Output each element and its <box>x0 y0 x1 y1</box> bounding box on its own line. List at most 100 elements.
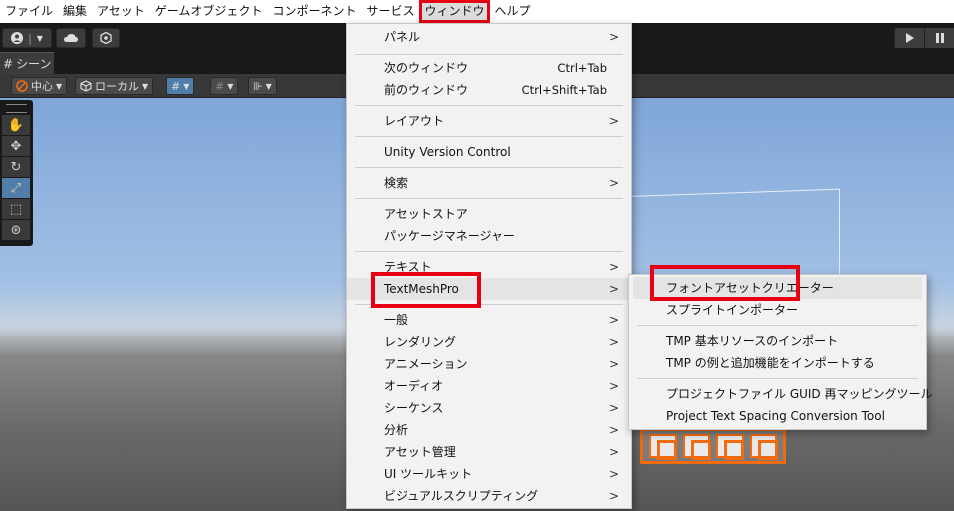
chevron-right-icon: > <box>608 467 619 481</box>
menu-item-search[interactable]: 検索 > <box>347 172 631 194</box>
menu-item-label: ビジュアルスクリプティング <box>384 489 539 503</box>
menu-separator <box>355 136 623 137</box>
menu-item-rendering[interactable]: レンダリング > <box>347 331 631 353</box>
menu-separator <box>355 251 623 252</box>
space-label: ローカル <box>95 80 139 93</box>
move-tool-button[interactable]: ✥ <box>2 136 30 156</box>
chevron-right-icon: > <box>608 423 619 437</box>
menu-item-audio[interactable]: オーディオ > <box>347 375 631 397</box>
menu-item-label: オーディオ <box>384 379 444 393</box>
scale-tool-button[interactable]: ⤢ <box>2 178 30 198</box>
play-controls <box>894 28 954 48</box>
menu-item-label: レイアウト <box>384 114 445 128</box>
menu-item-analysis[interactable]: 分析 > <box>347 419 631 441</box>
chevron-right-icon: > <box>608 489 619 503</box>
menu-item-prev-window[interactable]: 前のウィンドウ Ctrl+Shift+Tab <box>347 79 631 101</box>
palette-grip[interactable] <box>6 104 27 113</box>
object-cell <box>716 434 744 460</box>
grid-hash-icon: # <box>3 57 14 71</box>
chevron-right-icon: > <box>608 335 619 349</box>
menu-item-import-essentials[interactable]: TMP 基本リソースのインポート <box>629 330 926 352</box>
increment-snap-icon: # <box>215 79 225 93</box>
hand-icon: ✋ <box>7 117 25 133</box>
chevron-right-icon: > <box>608 176 619 190</box>
collab-button[interactable] <box>92 28 120 48</box>
chevron-down-icon: ▼ <box>265 81 272 91</box>
scene-tab-label: シーン <box>16 57 52 71</box>
account-icon <box>11 32 24 44</box>
space-dropdown[interactable]: ローカル ▼ <box>75 77 154 95</box>
tool-palette: ✋ ✥ ↻ ⤢ ⬚ ⊛ <box>0 100 33 246</box>
menu-item-label: 一般 <box>384 313 409 327</box>
object-cell <box>649 434 677 460</box>
menu-item-label: 次のウィンドウ <box>384 61 469 75</box>
cloud-icon <box>64 34 78 42</box>
menu-separator <box>355 105 623 106</box>
grid-snap-icon: # <box>171 79 181 93</box>
rect-tool-button[interactable]: ⬚ <box>2 199 30 219</box>
chevron-down-icon: ▼ <box>183 81 190 91</box>
menu-services[interactable]: サービス <box>361 0 419 23</box>
menu-item-panels[interactable]: パネル > <box>347 26 631 48</box>
menu-item-asset-management[interactable]: アセット管理 > <box>347 441 631 463</box>
menu-item-guid-remapping[interactable]: プロジェクトファイル GUID 再マッピングツール <box>629 383 933 405</box>
rotate-tool-button[interactable]: ↻ <box>2 157 30 177</box>
menu-item-asset-store[interactable]: アセットストア <box>347 203 631 225</box>
play-icon <box>905 33 914 43</box>
menu-item-label: アニメーション <box>384 357 468 371</box>
tab-scene[interactable]: # シーン <box>0 52 54 74</box>
ruler-icon: ⊪ <box>253 79 263 93</box>
increment-snap-toggle[interactable]: # ▼ <box>210 77 239 95</box>
menu-help[interactable]: ヘルプ <box>490 0 536 23</box>
menu-item-next-window[interactable]: 次のウィンドウ Ctrl+Tab <box>347 57 631 79</box>
menu-item-ui-toolkit[interactable]: UI ツールキット > <box>347 463 631 485</box>
menu-item-general[interactable]: 一般 > <box>347 309 631 331</box>
menu-component[interactable]: コンポーネント <box>267 0 361 23</box>
account-divider: | <box>28 31 32 45</box>
menu-item-visual-scripting[interactable]: ビジュアルスクリプティング > <box>347 485 631 507</box>
menu-item-version-control[interactable]: Unity Version Control <box>347 141 631 163</box>
menu-item-label: 検索 <box>384 176 409 190</box>
menu-item-label: UI ツールキット <box>384 467 473 481</box>
menu-item-text-spacing-conversion[interactable]: Project Text Spacing Conversion Tool <box>629 405 926 427</box>
object-cell <box>749 434 777 460</box>
menu-item-label: 分析 <box>384 423 409 437</box>
menu-shortcut: Ctrl+Shift+Tab <box>521 83 607 97</box>
hand-tool-button[interactable]: ✋ <box>2 115 30 135</box>
chevron-down-icon: ▼ <box>36 33 43 43</box>
rotate-icon: ↻ <box>10 159 22 175</box>
pause-button[interactable] <box>924 28 954 48</box>
menu-item-label: Unity Version Control <box>384 145 511 159</box>
selected-object[interactable] <box>640 428 786 464</box>
menu-separator <box>355 54 623 55</box>
rect-icon: ⬚ <box>9 201 23 217</box>
menu-item-sprite-importer[interactable]: スプライトインポーター <box>629 299 926 321</box>
menu-separator <box>355 167 623 168</box>
menu-assets[interactable]: アセット <box>92 0 150 23</box>
account-button[interactable]: | ▼ <box>2 28 52 48</box>
ruler-toggle[interactable]: ⊪ ▼ <box>248 77 277 95</box>
play-button[interactable] <box>894 28 924 48</box>
chevron-right-icon: > <box>608 401 619 415</box>
window-menu: パネル > 次のウィンドウ Ctrl+Tab 前のウィンドウ Ctrl+Shift+T… <box>346 23 632 509</box>
pivot-label: 中心 <box>31 80 53 93</box>
menu-item-sequencing[interactable]: シーケンス > <box>347 397 631 419</box>
menu-gameobject[interactable]: ゲームオブジェクト <box>150 0 268 23</box>
menu-item-import-examples[interactable]: TMP の例と追加機能をインポートする <box>629 352 926 374</box>
menu-item-package-manager[interactable]: パッケージマネージャー <box>347 225 631 247</box>
scale-icon: ⤢ <box>10 180 22 196</box>
chevron-right-icon: > <box>608 313 619 327</box>
cloud-button[interactable] <box>56 28 86 48</box>
chevron-down-icon: ▼ <box>227 81 234 91</box>
menu-item-label: TMP の例と追加機能をインポートする <box>666 356 875 370</box>
menu-edit[interactable]: 編集 <box>58 0 92 23</box>
menu-window[interactable]: ウィンドウ <box>419 0 490 23</box>
chevron-down-icon: ▼ <box>142 81 149 91</box>
grid-snap-toggle[interactable]: # ▼ <box>166 77 195 95</box>
menu-item-layouts[interactable]: レイアウト > <box>347 110 631 132</box>
transform-tool-button[interactable]: ⊛ <box>2 220 30 240</box>
pivot-dropdown[interactable]: 中心 ▼ <box>11 77 68 95</box>
menu-item-animation[interactable]: アニメーション > <box>347 353 631 375</box>
menu-item-label: アセットストア <box>384 207 468 221</box>
menu-file[interactable]: ファイル <box>0 0 58 23</box>
